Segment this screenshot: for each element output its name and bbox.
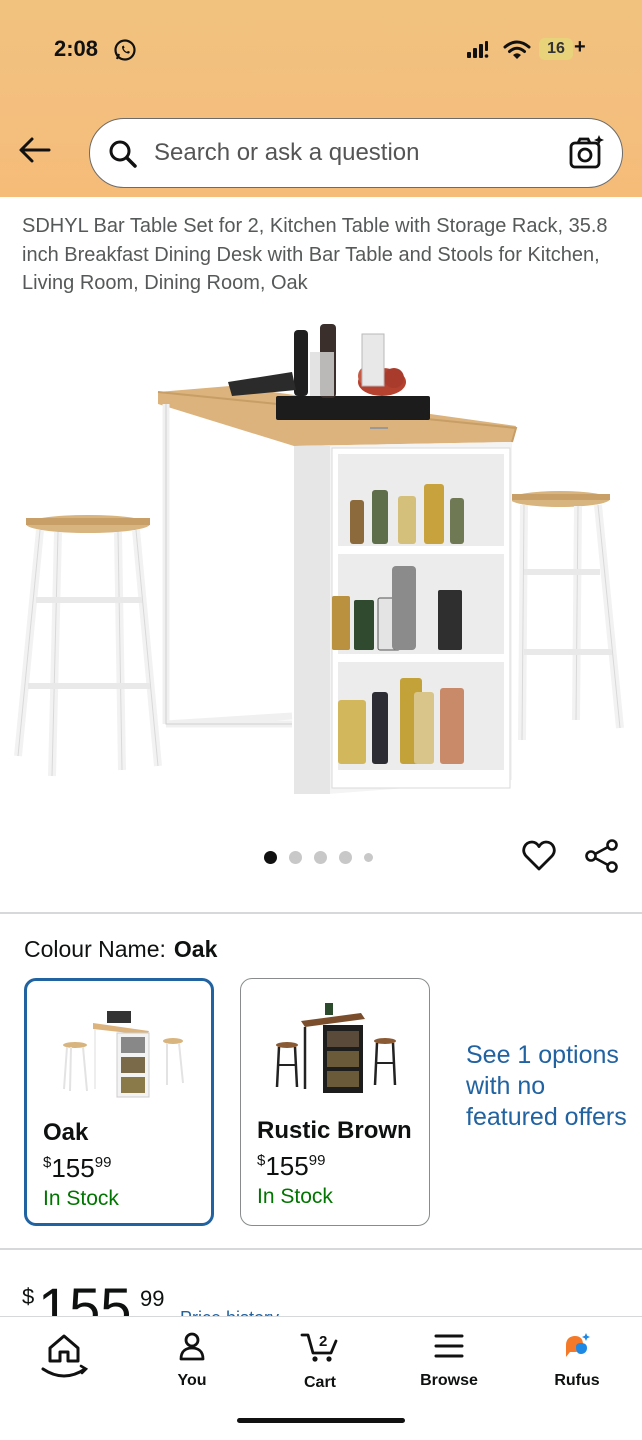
section-divider [0, 912, 642, 914]
colour-thumbnail-rustic-brown [275, 1003, 397, 1093]
colour-option-oak[interactable]: Oak $15599 In Stock [24, 978, 214, 1226]
price-whole: 155 [38, 1276, 132, 1317]
carousel-dot[interactable] [289, 850, 302, 864]
status-time: 2:08 [54, 36, 99, 61]
colour-name-row: Colour Name: Oak [24, 936, 217, 963]
whatsapp-icon [114, 39, 136, 61]
colour-option-name: Oak [43, 1119, 89, 1146]
wishlist-heart-icon[interactable] [521, 838, 557, 874]
right-stool [510, 491, 624, 741]
image-carousel-dots[interactable] [264, 850, 373, 864]
cart-badge: 2 [319, 1333, 327, 1350]
app-header: 2:08 16 + Search or ask a question [0, 0, 642, 197]
section-divider [0, 1248, 642, 1250]
colour-option-name: Rustic Brown [257, 1117, 412, 1144]
menu-icon [434, 1334, 464, 1358]
wifi-icon [503, 40, 531, 59]
carousel-dot-active[interactable] [264, 850, 277, 864]
share-icon[interactable] [584, 838, 620, 874]
cart-icon: 2 [300, 1333, 338, 1362]
carousel-dot[interactable] [339, 850, 352, 864]
nav-label: You [177, 1372, 207, 1389]
camera-search-icon[interactable] [568, 133, 606, 171]
carousel-dot[interactable] [364, 852, 373, 862]
nav-home[interactable] [14, 1331, 114, 1388]
price-fraction: 99 [140, 1286, 165, 1311]
status-bar: 2:08 16 + [0, 36, 642, 68]
colour-option-rustic-brown[interactable]: Rustic Brown $15599 In Stock [240, 978, 430, 1226]
nav-you[interactable]: You [142, 1331, 242, 1390]
product-title[interactable]: SDHYL Bar Table Set for 2, Kitchen Table… [22, 212, 622, 298]
left-stool [14, 515, 162, 777]
main-price: $ 155 99 Price history [22, 1272, 322, 1317]
search-bar[interactable]: Search or ask a question [89, 118, 623, 188]
carousel-dot[interactable] [314, 850, 327, 864]
colour-option-price: $15599 [257, 1151, 326, 1181]
rufus-icon [566, 1333, 590, 1357]
colour-selected-value: Oak [173, 936, 218, 962]
nav-label: Cart [303, 1374, 336, 1391]
person-icon [179, 1332, 205, 1361]
search-input[interactable]: Search or ask a question [154, 139, 420, 167]
nav-label: Browse [420, 1372, 478, 1389]
nav-cart[interactable]: 2 Cart [270, 1331, 370, 1392]
price-history-link[interactable]: Price history [180, 1308, 279, 1316]
colour-option-stock: In Stock [257, 1185, 333, 1208]
search-icon [109, 140, 137, 168]
colour-label: Colour Name: [24, 936, 166, 962]
battery-charging-plus: + [574, 36, 586, 58]
nav-rufus[interactable]: Rufus [527, 1331, 627, 1390]
product-image[interactable] [0, 300, 642, 810]
battery-indicator: 16 [539, 38, 573, 60]
nav-browse[interactable]: Browse [399, 1331, 499, 1390]
nav-label: Rufus [554, 1372, 600, 1389]
see-more-options-link[interactable]: See 1 options with no featured offers [466, 1040, 636, 1133]
price-currency: $ [22, 1284, 35, 1309]
colour-thumbnail-oak [63, 1011, 184, 1098]
home-icon [41, 1334, 89, 1378]
colour-option-stock: In Stock [43, 1187, 119, 1210]
signal-icon [467, 41, 489, 58]
back-arrow-icon[interactable] [18, 135, 52, 165]
home-indicator [237, 1418, 405, 1423]
colour-option-price: $15599 [43, 1153, 112, 1183]
